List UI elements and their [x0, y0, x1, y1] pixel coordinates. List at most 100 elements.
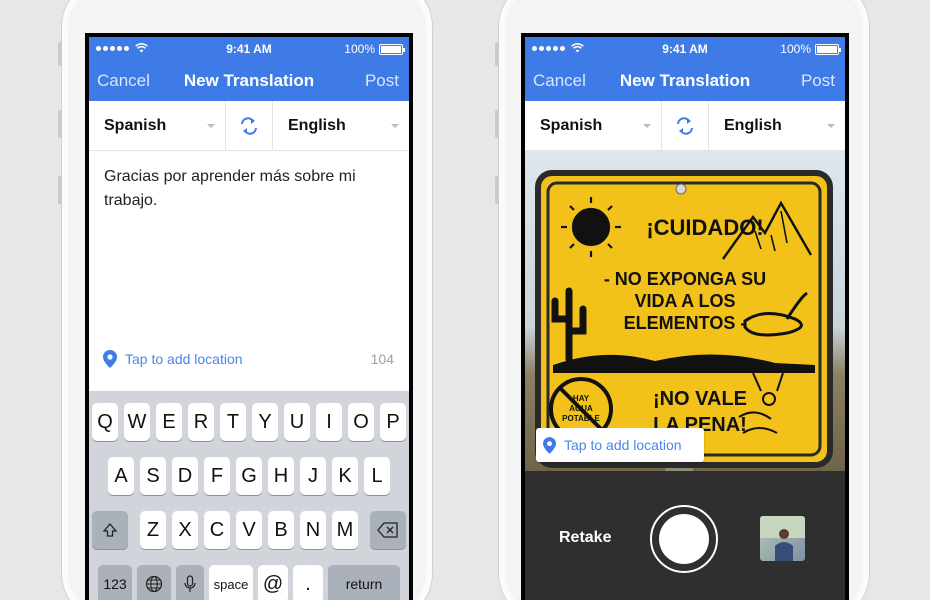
sign-text-line: VIDA A LOS	[634, 291, 735, 311]
caret-down-icon	[643, 124, 651, 128]
shift-icon	[102, 523, 118, 537]
period-key[interactable]: .	[293, 565, 323, 600]
warning-sign-image: ¡CUIDADO! - NO EXPONGA SU VIDA A LOS ELE…	[535, 170, 833, 471]
key-f[interactable]: F	[204, 457, 230, 495]
target-language-label: English	[288, 117, 346, 134]
nav-title: New Translation	[619, 71, 751, 90]
keyboard-row-2: A S D F G H J K L	[89, 457, 409, 495]
add-location-button[interactable]: Tap to add location	[536, 428, 704, 462]
status-bar: 9:41 AM 100%	[525, 37, 845, 61]
right-screen: 9:41 AM 100% Cancel New Translation Post…	[521, 33, 849, 600]
caret-down-icon	[391, 124, 399, 128]
key-s[interactable]: S	[140, 457, 166, 495]
key-x[interactable]: X	[172, 511, 198, 549]
microphone-icon	[184, 575, 196, 592]
backspace-icon	[377, 522, 398, 538]
key-g[interactable]: G	[236, 457, 262, 495]
mute-switch	[58, 42, 62, 66]
photo-gallery-thumbnail[interactable]	[760, 516, 805, 561]
key-o[interactable]: O	[348, 403, 374, 441]
numbers-key[interactable]: 123	[98, 565, 132, 600]
left-screen: 9:41 AM 100% Cancel New Translation Post…	[85, 33, 413, 600]
key-d[interactable]: D	[172, 457, 198, 495]
target-language-label: English	[724, 117, 782, 134]
status-bar: 9:41 AM 100%	[89, 37, 409, 61]
source-language-select[interactable]: Spanish	[525, 101, 661, 150]
sign-text-line: ¡CUIDADO!	[646, 215, 763, 240]
character-counter: 104	[370, 351, 394, 367]
key-l[interactable]: L	[364, 457, 390, 495]
battery-icon	[379, 43, 405, 55]
language-bar: Spanish English	[89, 101, 409, 151]
at-key[interactable]: @	[258, 565, 288, 600]
sign-text-line: AGUA	[569, 404, 593, 413]
post-button[interactable]: Post	[801, 71, 835, 91]
volume-up-button	[495, 110, 499, 138]
swap-icon	[677, 116, 693, 135]
key-a[interactable]: A	[108, 457, 134, 495]
battery-icon	[815, 43, 841, 55]
sign-text-line: ¡NO VALE	[653, 388, 747, 410]
shutter-icon	[659, 514, 709, 564]
key-b[interactable]: B	[268, 511, 294, 549]
keyboard: Q W E R T Y U I O P A S D F G H J K L Z …	[89, 391, 409, 600]
caret-down-icon	[207, 124, 215, 128]
caret-down-icon	[827, 124, 835, 128]
location-pin-icon	[543, 436, 556, 454]
nav-bar: Cancel New Translation Post	[525, 61, 845, 101]
backspace-key[interactable]	[370, 511, 406, 549]
keyboard-row-1: Q W E R T Y U I O P	[89, 403, 409, 441]
key-r[interactable]: R	[188, 403, 214, 441]
key-e[interactable]: E	[156, 403, 182, 441]
source-language-label: Spanish	[540, 117, 603, 134]
source-language-select[interactable]: Spanish	[89, 101, 225, 150]
target-language-select[interactable]: English	[709, 101, 845, 150]
target-language-select[interactable]: English	[273, 101, 409, 150]
key-n[interactable]: N	[300, 511, 326, 549]
captured-photo: ¡CUIDADO! - NO EXPONGA SU VIDA A LOS ELE…	[525, 151, 845, 471]
swap-languages-button[interactable]	[225, 101, 273, 150]
return-key[interactable]: return	[328, 565, 400, 600]
camera-controls: Retake	[525, 471, 845, 600]
shift-key[interactable]	[92, 511, 128, 549]
sign-text-line: HAY	[573, 394, 590, 403]
key-w[interactable]: W	[124, 403, 150, 441]
retake-button[interactable]: Retake	[559, 529, 611, 547]
microphone-key[interactable]	[176, 565, 204, 600]
keyboard-row-3: Z X C V B N M	[89, 511, 409, 549]
key-c[interactable]: C	[204, 511, 230, 549]
swap-languages-button[interactable]	[661, 101, 709, 150]
globe-icon	[145, 575, 163, 593]
shutter-button[interactable]	[650, 505, 718, 573]
key-v[interactable]: V	[236, 511, 262, 549]
key-i[interactable]: I	[316, 403, 342, 441]
key-y[interactable]: Y	[252, 403, 278, 441]
globe-key[interactable]	[137, 565, 171, 600]
key-q[interactable]: Q	[92, 403, 118, 441]
location-pin-icon	[103, 350, 117, 368]
key-m[interactable]: M	[332, 511, 358, 549]
post-button[interactable]: Post	[365, 71, 399, 91]
key-k[interactable]: K	[332, 457, 358, 495]
keyboard-row-4: 123 space @ . return	[89, 565, 409, 600]
swap-icon	[241, 116, 257, 135]
input-text: Gracias por aprender más sobre mi trabaj…	[104, 168, 356, 209]
add-location-label: Tap to add location	[564, 437, 682, 453]
volume-down-button	[495, 176, 499, 204]
space-key[interactable]: space	[209, 565, 253, 600]
key-p[interactable]: P	[380, 403, 406, 441]
translation-input[interactable]: Gracias por aprender más sobre mi trabaj…	[89, 151, 409, 391]
language-bar: Spanish English	[525, 101, 845, 151]
nav-title: New Translation	[183, 71, 315, 90]
key-z[interactable]: Z	[140, 511, 166, 549]
add-location-link[interactable]: Tap to add location	[125, 347, 243, 371]
key-t[interactable]: T	[220, 403, 246, 441]
nav-bar: Cancel New Translation Post	[89, 61, 409, 101]
key-j[interactable]: J	[300, 457, 326, 495]
key-u[interactable]: U	[284, 403, 310, 441]
sign-text-line: POTABLE	[562, 414, 600, 423]
key-h[interactable]: H	[268, 457, 294, 495]
battery-percent: 100%	[344, 42, 375, 56]
person-photo-icon	[760, 516, 805, 561]
source-language-label: Spanish	[104, 117, 167, 134]
